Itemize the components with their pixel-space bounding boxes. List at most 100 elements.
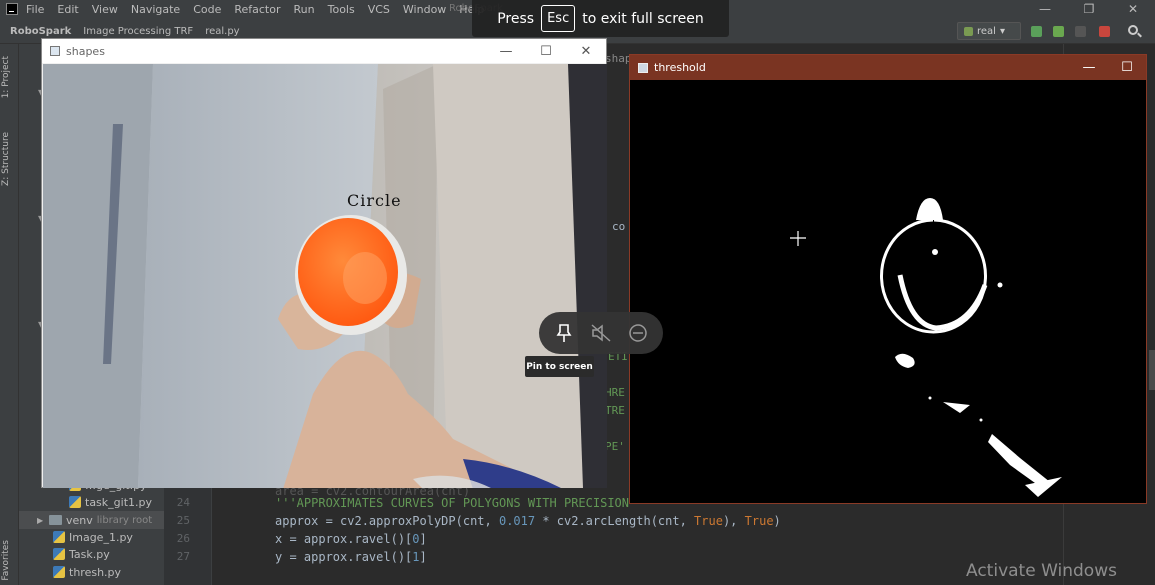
tree-item-label: task_git1.py [85,495,152,509]
breadcrumb: RoboSpark Image Processing TRF real.py [10,26,240,37]
pin-tooltip: Pin to screen [525,356,594,377]
line-number: 25 [176,514,190,527]
threshold-titlebar[interactable]: threshold — ☐ [630,55,1146,80]
menu-navigate[interactable]: Navigate [131,3,180,16]
run-config-label: real [977,25,996,37]
code-fragment: co [612,220,626,233]
coverage-icon[interactable] [1075,26,1086,37]
folder-icon [49,515,62,525]
list-item[interactable]: task_git1.py [69,493,152,511]
window-icon [50,46,60,56]
threshold-window-title: threshold [654,61,706,74]
tab-structure[interactable]: Z: Structure [1,132,11,186]
menu-code[interactable]: Code [193,3,221,16]
code-token: * cv2.arcLength(cnt, [535,514,695,528]
menu-refactor[interactable]: Refactor [234,3,280,16]
tree-item-label: venv [66,513,93,527]
run-config-select[interactable]: real ▾ [957,22,1021,40]
python-file-icon [69,496,81,508]
window-icon [638,62,648,73]
rerun-icon[interactable] [1031,26,1042,37]
close-button[interactable]: ✕ [566,44,606,59]
tab-favorites[interactable]: Favorites [1,540,11,581]
code-token: ] [419,550,427,564]
hint-text-press: Press [497,10,535,27]
search-icon[interactable] [1128,25,1138,35]
tree-item-label: Task.py [69,547,110,561]
list-item[interactable]: Task.py [53,545,110,563]
tool-window-strip: 1: Project Z: Structure Favorites [0,44,19,585]
python-file-icon [53,531,65,543]
menu-run[interactable]: Run [294,3,315,16]
pin-button[interactable] [550,319,578,347]
menu-edit[interactable]: Edit [57,3,78,16]
pin-icon [556,324,572,342]
activate-windows-watermark: Activate Windows [966,561,1117,581]
code-token: approx = cv2.approxPolyDP(cnt, [275,514,499,528]
screen: File Edit View Navigate Code Refactor Ru… [0,0,1155,585]
shapes-window: shapes — ☐ ✕ Circle [41,38,607,488]
python-config-icon [964,26,973,36]
breadcrumb-folder[interactable]: Image Processing TRF [83,26,193,37]
code-token: x = approx.ravel()[ [275,532,413,546]
threshold-window: threshold — ☐ [629,54,1147,504]
camera-frame: Circle [43,64,607,488]
code-fragment: PE' [605,440,625,453]
list-item[interactable]: Image_1.py [53,528,133,546]
code-token: 0 [412,532,420,546]
code-line: '''APPROXIMATES CURVES OF POLYGONS WITH … [275,496,651,510]
pycharm-logo-icon [6,3,18,15]
ide-close-button[interactable]: ✕ [1111,2,1155,16]
camera-image [43,64,607,488]
fullscreen-exit-hint: Press Esc to exit full screen [472,0,729,37]
menu-file[interactable]: File [26,3,44,16]
line-number: 24 [176,496,190,509]
pip-controls [539,312,663,354]
code-token: True [744,514,774,528]
code-line: approx = cv2.approxPolyDP(cnt, 0.017 * c… [275,514,781,528]
code-line: x = approx.ravel()[0] [275,532,427,546]
breadcrumb-project[interactable]: RoboSpark [10,26,71,37]
code-token: ), [722,514,745,528]
chevron-right-icon: ▶ [37,515,44,525]
threshold-image [630,80,1146,503]
shapes-titlebar[interactable]: shapes — ☐ ✕ [42,39,606,63]
minimize-button[interactable]: — [1070,60,1108,75]
mute-icon [591,324,611,342]
detected-shape-label: Circle [347,191,402,210]
code-token: 0.017 [498,514,536,528]
maximize-button[interactable]: ☐ [526,44,566,59]
editor-scrollbar[interactable] [1149,350,1155,390]
code-token: y = approx.ravel()[ [275,550,413,564]
menu-window[interactable]: Window [403,3,446,16]
line-number: 27 [176,550,190,563]
code-line: y = approx.ravel()[1] [275,550,427,564]
code-token: ] [419,532,427,546]
debug-icon[interactable] [1053,26,1064,37]
menu-vcs[interactable]: VCS [368,3,390,16]
line-number: 26 [176,532,190,545]
list-item[interactable]: ▶ venv library root [19,511,164,529]
code-fragment: shap [605,52,632,65]
library-root-label: library root [96,514,153,526]
minimize-pip-button[interactable] [624,319,652,347]
menu-view[interactable]: View [92,3,118,16]
mute-button[interactable] [587,319,615,347]
code-fragment: HRE [605,386,625,399]
ide-maximize-button[interactable]: ❐ [1067,2,1111,16]
threshold-window-controls: — ☐ [1070,55,1146,80]
minimize-icon [629,324,648,342]
list-item[interactable]: thresh.py [53,563,121,581]
maximize-button[interactable]: ☐ [1108,60,1146,75]
stop-icon[interactable] [1099,26,1110,37]
ide-minimize-button[interactable]: — [1023,2,1067,16]
tab-project[interactable]: 1: Project [1,56,11,98]
code-token: 1 [412,550,420,564]
python-file-icon [53,566,65,578]
breadcrumb-file[interactable]: real.py [205,26,239,37]
chevron-down-icon: ▾ [999,25,1005,37]
shapes-window-controls: — ☐ ✕ [486,39,606,63]
minimize-button[interactable]: — [486,44,526,59]
menu-tools[interactable]: Tools [328,3,355,16]
python-file-icon [53,548,65,560]
